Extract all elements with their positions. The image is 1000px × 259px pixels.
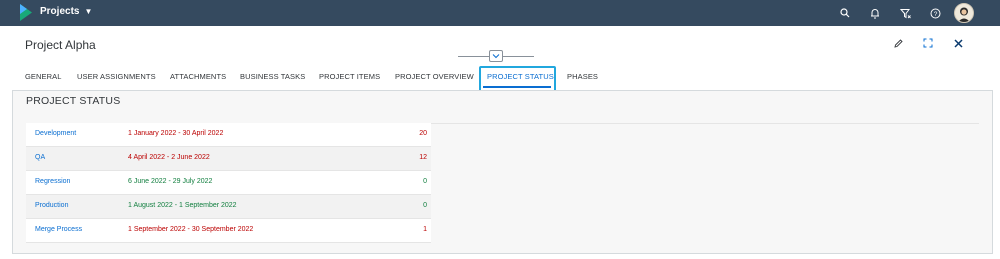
close-icon <box>953 38 963 48</box>
app-title: Projects <box>40 6 80 17</box>
table-row: Merge Process 1 September 2022 - 30 Sept… <box>26 219 431 243</box>
phase-name-link[interactable]: Regression <box>35 178 70 185</box>
chevron-down-icon: ▼ <box>84 7 93 16</box>
chevron-down-icon <box>492 54 500 59</box>
edit-icon <box>893 38 903 48</box>
svg-text:?: ? <box>933 11 937 18</box>
tab-phases[interactable]: PHASES <box>567 72 598 81</box>
fullscreen-icon <box>923 38 933 48</box>
collapse-header-button[interactable] <box>489 50 503 62</box>
status-table: Development 1 January 2022 - 30 April 20… <box>26 123 431 243</box>
tab-project-items[interactable]: PROJECT ITEMS <box>319 72 380 81</box>
header-divider-left <box>458 56 489 57</box>
project-status-section: PROJECT STATUS Development 1 January 202… <box>12 90 993 254</box>
close-button[interactable] <box>951 36 965 50</box>
date-range: 1 August 2022 - 1 September 2022 <box>128 202 237 209</box>
help-icon: ? <box>930 8 940 18</box>
table-row: QA 4 April 2022 - 2 June 2022 12 <box>26 147 431 171</box>
search-icon <box>840 8 850 18</box>
status-value: 12 <box>419 154 427 161</box>
date-range: 1 January 2022 - 30 April 2022 <box>128 130 224 137</box>
tab-general[interactable]: GENERAL <box>25 72 62 81</box>
filter-button[interactable] <box>894 2 916 24</box>
logo-icon[interactable] <box>20 4 32 21</box>
tab-user-assignments[interactable]: USER ASSIGNMENTS <box>77 72 156 81</box>
date-range: 6 June 2022 - 29 July 2022 <box>128 178 213 185</box>
user-avatar-icon <box>955 4 973 22</box>
filter-icon <box>899 8 911 18</box>
status-value: 20 <box>419 130 427 137</box>
section-title: PROJECT STATUS <box>26 95 121 107</box>
phase-name-link[interactable]: QA <box>35 154 45 161</box>
avatar[interactable] <box>954 3 974 23</box>
phase-name-link[interactable]: Production <box>35 202 68 209</box>
tab-business-tasks[interactable]: BUSINESS TASKS <box>240 72 305 81</box>
phase-name-link[interactable]: Development <box>35 130 76 137</box>
header-divider-right <box>503 56 534 57</box>
bell-icon <box>871 8 879 18</box>
phase-name-link[interactable]: Merge Process <box>35 226 82 233</box>
fullscreen-button[interactable] <box>921 36 935 50</box>
status-value: 1 <box>423 226 427 233</box>
edit-button[interactable] <box>891 36 905 50</box>
shell-bar: Projects ▼ ? <box>0 0 1000 26</box>
date-range: 1 September 2022 - 30 September 2022 <box>128 226 254 233</box>
tab-project-overview[interactable]: PROJECT OVERVIEW <box>395 72 474 81</box>
table-row: Regression 6 June 2022 - 29 July 2022 0 <box>26 171 431 195</box>
app-menu-button[interactable]: Projects ▼ <box>40 6 92 17</box>
tab-attachments[interactable]: ATTACHMENTS <box>170 72 226 81</box>
status-value: 0 <box>423 202 427 209</box>
date-range: 4 April 2022 - 2 June 2022 <box>128 154 210 161</box>
search-button[interactable] <box>834 2 856 24</box>
status-value: 0 <box>423 178 427 185</box>
table-row: Production 1 August 2022 - 1 September 2… <box>26 195 431 219</box>
help-button[interactable]: ? <box>924 2 946 24</box>
table-row: Development 1 January 2022 - 30 April 20… <box>26 123 431 147</box>
page-title: Project Alpha <box>25 38 96 52</box>
notifications-button[interactable] <box>864 2 886 24</box>
